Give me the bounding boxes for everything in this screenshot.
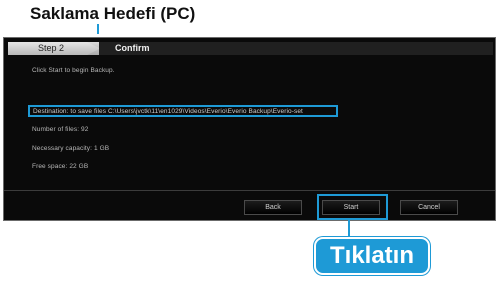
destination-text: Destination: to save files C:\Users\jvct…: [33, 108, 303, 115]
wizard-panel: Step 2 Confirm Click Start to begin Back…: [3, 37, 496, 221]
destination-highlight: Destination: to save files C:\Users\jvct…: [28, 105, 338, 117]
start-button-highlight: [317, 194, 388, 220]
free-space-text: Free space: 22 GB: [32, 163, 89, 170]
click-callout: Tıklatın: [314, 237, 430, 275]
click-pointer-line: [348, 218, 350, 238]
intro-text: Click Start to begin Backup.: [32, 67, 115, 74]
confirm-content: Click Start to begin Backup. Destination…: [4, 55, 497, 185]
cancel-button[interactable]: Cancel: [400, 200, 458, 215]
step-bar: Step 2 Confirm: [8, 42, 493, 55]
backup-wizard-window: Step 2 Confirm Click Start to begin Back…: [0, 34, 499, 221]
necessary-space-text: Necessary capacity: 1 GB: [32, 145, 110, 152]
step-title: Confirm: [115, 43, 150, 53]
storage-destination-callout: Saklama Hedefi (PC): [30, 4, 196, 23]
file-count-text: Number of files: 92: [32, 126, 89, 133]
step-title-bar: Confirm: [99, 42, 493, 55]
step-label: Step 2: [38, 43, 65, 53]
back-button[interactable]: Back: [244, 200, 302, 215]
step-indicator: Step 2: [8, 42, 100, 55]
footer-divider: [4, 190, 495, 191]
